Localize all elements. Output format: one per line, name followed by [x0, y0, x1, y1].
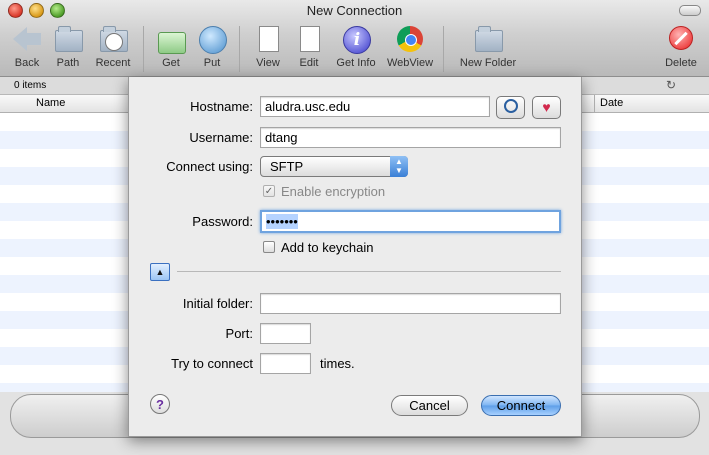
- refresh-icon[interactable]: ↻: [666, 78, 676, 92]
- view-magnifier-icon: [252, 24, 284, 54]
- get-info-label: Get Info: [336, 57, 376, 69]
- hostname-field[interactable]: [260, 96, 490, 117]
- delete-label: Delete: [665, 57, 697, 69]
- new-folder-button[interactable]: New Folder: [454, 24, 522, 69]
- close-window-button[interactable]: [8, 3, 23, 18]
- password-value: •••••••: [266, 214, 298, 229]
- add-to-keychain-checkbox[interactable]: [263, 241, 275, 253]
- path-folder-icon: [52, 24, 84, 54]
- port-field[interactable]: [260, 323, 311, 344]
- times-label: times.: [320, 356, 355, 371]
- cancel-button[interactable]: Cancel: [391, 395, 468, 416]
- path-label: Path: [56, 57, 80, 69]
- username-label: Username:: [189, 130, 253, 145]
- webview-button[interactable]: WebView: [383, 24, 437, 69]
- delete-button[interactable]: Delete: [654, 24, 708, 69]
- toolbar-separator: [443, 26, 444, 72]
- edit-label: Edit: [299, 57, 319, 69]
- username-field[interactable]: [260, 127, 561, 148]
- chrome-browser-icon: [394, 24, 426, 54]
- get-info-button[interactable]: i Get Info: [329, 24, 383, 69]
- recent-label: Recent: [95, 57, 131, 69]
- clock-icon: [503, 99, 518, 113]
- item-count: 0 items: [14, 80, 47, 91]
- history-button[interactable]: [496, 96, 525, 119]
- delete-icon: [665, 24, 697, 54]
- password-field[interactable]: •••••••: [260, 210, 561, 233]
- connect-button[interactable]: Connect: [481, 395, 561, 416]
- initial-folder-field[interactable]: [260, 293, 561, 314]
- date-column-header[interactable]: Date: [600, 97, 623, 109]
- back-label: Back: [14, 57, 40, 69]
- protocol-select[interactable]: SFTP ▲ ▼: [260, 156, 408, 177]
- upload-globe-icon: [196, 24, 228, 54]
- new-connection-sheet: Hostname: ♥ Username: Connect using: SFT…: [128, 77, 582, 437]
- edit-pencil-icon: [293, 24, 325, 54]
- new-folder-icon: [472, 24, 504, 54]
- edit-button[interactable]: Edit: [282, 24, 336, 69]
- bookmarks-button[interactable]: ♥: [532, 96, 561, 119]
- download-tray-icon: [155, 24, 187, 54]
- toolbar-toggle-button[interactable]: [679, 5, 701, 16]
- section-divider: [177, 271, 561, 272]
- column-divider: [594, 95, 595, 112]
- select-arrows-icon: ▲ ▼: [390, 156, 408, 177]
- add-to-keychain-label: Add to keychain: [281, 240, 374, 255]
- initial-folder-label: Initial folder:: [182, 296, 253, 311]
- minimize-window-button[interactable]: [29, 3, 44, 18]
- zoom-window-button[interactable]: [50, 3, 65, 18]
- enable-encryption-checkbox[interactable]: ✓: [263, 185, 275, 197]
- hostname-label: Hostname:: [190, 99, 253, 114]
- protocol-value: SFTP: [270, 159, 304, 174]
- webview-label: WebView: [386, 57, 434, 69]
- recent-button[interactable]: Recent: [86, 24, 140, 69]
- back-arrow-icon: [11, 24, 43, 54]
- port-label: Port:: [225, 326, 253, 341]
- new-folder-label: New Folder: [459, 57, 517, 69]
- recent-clock-icon: [97, 24, 129, 54]
- enable-encryption-label: Enable encryption: [281, 184, 386, 199]
- retry-count-field[interactable]: [260, 353, 311, 374]
- put-button[interactable]: Put: [185, 24, 239, 69]
- connect-using-label: Connect using:: [166, 159, 253, 174]
- name-column-header[interactable]: Name: [36, 97, 65, 109]
- disclosure-toggle-icon[interactable]: ▲: [150, 263, 170, 281]
- view-label: View: [256, 57, 280, 69]
- heart-icon: ♥: [542, 99, 551, 115]
- help-button[interactable]: ?: [150, 394, 170, 414]
- password-label: Password:: [192, 214, 253, 229]
- window-title: New Connection: [306, 3, 403, 18]
- get-label: Get: [162, 57, 180, 69]
- info-icon: i: [340, 24, 372, 54]
- put-label: Put: [203, 57, 221, 69]
- try-to-connect-label: Try to connect: [171, 356, 253, 371]
- toolbar-separator: [239, 26, 240, 72]
